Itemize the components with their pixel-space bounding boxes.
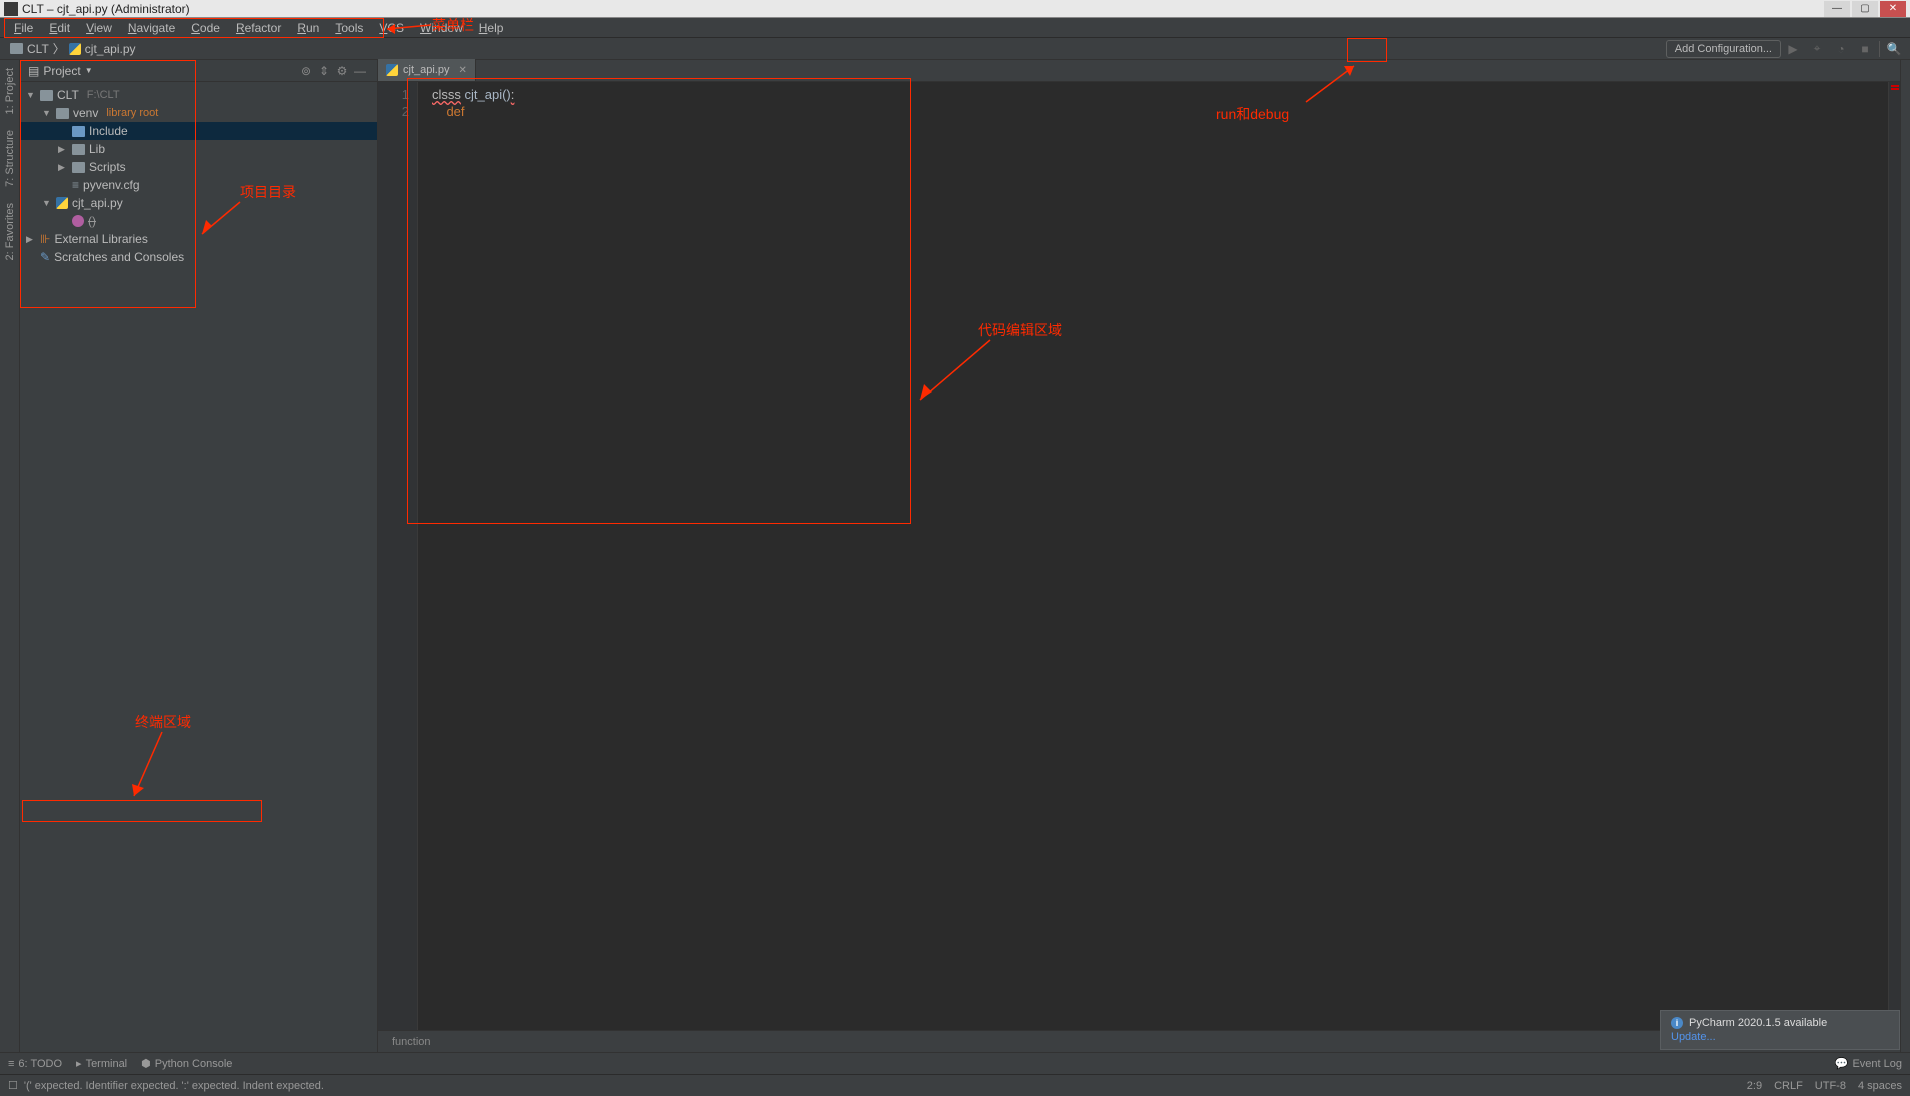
tree-item[interactable]: ✎Scratches and Consoles (20, 248, 377, 266)
project-tree[interactable]: ▼CLTF:\CLT▼venvlibrary rootInclude▶Lib▶S… (20, 82, 377, 270)
editor-content[interactable]: clsss cjt_api(): def (418, 82, 1888, 1030)
stop-button[interactable]: ■ (1853, 38, 1877, 60)
tree-item[interactable]: ≡pyvenv.cfg (20, 176, 377, 194)
editor-tabs: cjt_api.py ✕ (378, 60, 1900, 82)
project-view-title[interactable]: Project (43, 64, 80, 78)
tool-tab-project[interactable]: 1: Project (2, 60, 18, 122)
menu-navigate[interactable]: Navigate (120, 19, 183, 37)
close-tab-icon[interactable]: ✕ (458, 65, 466, 76)
tree-item[interactable]: ▼venvlibrary root (20, 104, 377, 122)
bottom-tab-pythonconsole[interactable]: ⬢Python Console (141, 1057, 232, 1070)
add-configuration-button[interactable]: Add Configuration... (1666, 40, 1781, 58)
python-file-icon (386, 64, 398, 76)
menu-refactor[interactable]: Refactor (228, 19, 289, 37)
bottom-tool-tabs: ≡6: TODO ▸Terminal ⬢Python Console 💬 Event… (0, 1052, 1910, 1074)
tree-item[interactable]: () (20, 212, 377, 230)
tree-item[interactable]: ▶Lib (20, 140, 377, 158)
event-log-button[interactable]: 💬 Event Log (1835, 1057, 1902, 1070)
menu-file[interactable]: File (6, 19, 41, 37)
file-encoding[interactable]: UTF-8 (1815, 1080, 1846, 1092)
error-mark[interactable] (1891, 88, 1899, 90)
close-button[interactable]: ✕ (1880, 1, 1906, 17)
breadcrumb-file[interactable]: cjt_api.py (69, 42, 136, 56)
bottom-tab-todo[interactable]: ≡6: TODO (8, 1058, 62, 1070)
window-title: CLT – cjt_api.py (Administrator) (22, 2, 190, 16)
locate-icon[interactable]: ⊚ (297, 64, 315, 78)
tree-item[interactable]: ▼CLTF:\CLT (20, 86, 377, 104)
caret-position[interactable]: 2:9 (1747, 1080, 1762, 1092)
tool-tab-favorites[interactable]: 2: Favorites (2, 195, 18, 268)
tree-item[interactable]: ▼cjt_api.py (20, 194, 377, 212)
error-stripe[interactable] (1888, 82, 1900, 1030)
error-mark[interactable] (1891, 85, 1899, 87)
left-tool-strip: 1: Project7: Structure2: Favorites (0, 60, 20, 1052)
python-file-icon (69, 43, 81, 55)
bottom-tab-terminal[interactable]: ▸Terminal (76, 1057, 127, 1070)
tool-tab-structure[interactable]: 7: Structure (2, 122, 18, 195)
editor-area: cjt_api.py ✕ 12 clsss cjt_api(): def fun… (378, 60, 1900, 1052)
indent-setting[interactable]: 4 spaces (1858, 1080, 1902, 1092)
update-notification[interactable]: i PyCharm 2020.1.5 available Update... (1660, 1010, 1900, 1050)
menu-vcs[interactable]: VCS (371, 19, 412, 37)
menu-run[interactable]: Run (289, 19, 327, 37)
minimize-button[interactable]: — (1824, 1, 1850, 17)
menu-help[interactable]: Help (471, 19, 512, 37)
breadcrumb-root[interactable]: CLT (10, 42, 49, 56)
expand-icon[interactable]: ⇕ (315, 64, 333, 78)
maximize-button[interactable]: ▢ (1852, 1, 1878, 17)
status-bar: ☐ '(' expected. Identifier expected. ':'… (0, 1074, 1910, 1096)
line-separator[interactable]: CRLF (1774, 1080, 1803, 1092)
editor-gutter[interactable]: 12 (378, 82, 418, 1030)
search-everywhere-button[interactable]: 🔍 (1882, 38, 1906, 60)
run-button[interactable]: ▶ (1781, 38, 1805, 60)
run-with-coverage-button[interactable]: ◔ (1829, 38, 1853, 60)
hide-icon[interactable]: — (351, 64, 369, 78)
right-tool-strip (1900, 60, 1910, 1052)
menu-view[interactable]: View (78, 19, 120, 37)
settings-icon[interactable]: ⚙ (333, 64, 351, 78)
menu-edit[interactable]: Edit (41, 19, 78, 37)
project-tool-window: ▤ Project ▼ ⊚ ⇕ ⚙ — ▼CLTF:\CLT▼venvlibra… (20, 60, 378, 1052)
project-view-dropdown-icon[interactable]: ▼ (85, 66, 93, 75)
status-icon: ☐ (8, 1079, 18, 1092)
tree-item[interactable]: ▶Scripts (20, 158, 377, 176)
event-log-icon: 💬 (1835, 1057, 1849, 1070)
breadcrumb-sep: 〉 (53, 40, 65, 57)
menu-bar: FileEditViewNavigateCodeRefactorRunTools… (0, 18, 1910, 38)
project-view-icon: ▤ (28, 64, 39, 78)
update-link[interactable]: Update... (1671, 1031, 1889, 1043)
menu-code[interactable]: Code (183, 19, 228, 37)
editor-tab[interactable]: cjt_api.py ✕ (378, 59, 476, 81)
tree-item[interactable]: Include (20, 122, 377, 140)
window-titlebar: CLT – cjt_api.py (Administrator) — ▢ ✕ (0, 0, 1910, 18)
navigation-bar: CLT 〉 cjt_api.py Add Configuration... ▶ … (0, 38, 1910, 60)
status-message: '(' expected. Identifier expected. ':' e… (24, 1080, 324, 1092)
menu-window[interactable]: Window (412, 19, 471, 37)
tree-item[interactable]: ▶⊪External Libraries (20, 230, 377, 248)
folder-icon (10, 43, 23, 54)
menu-tools[interactable]: Tools (327, 19, 371, 37)
info-icon: i (1671, 1017, 1683, 1029)
app-icon (4, 2, 18, 16)
debug-button[interactable]: ⌖ (1805, 38, 1829, 60)
